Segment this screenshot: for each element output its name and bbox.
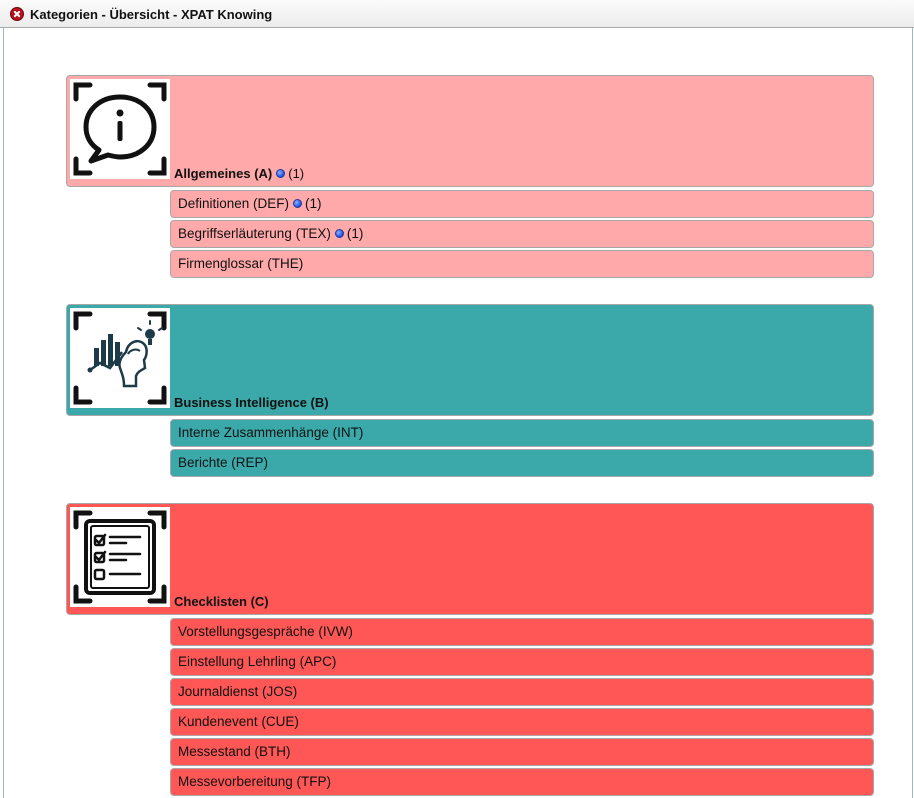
category-checklisten[interactable]: Checklisten (C) (66, 503, 874, 615)
subcategory-item[interactable]: Begriffserläuterung (TEX) (1) (170, 220, 874, 248)
subcategory-label: Journaldienst (JOS) (178, 684, 298, 699)
subcategory-label: Vorstellungsgespräche (IVW) (178, 624, 353, 639)
subcategory-item[interactable]: Journaldienst (JOS) (170, 678, 874, 706)
badge-dot-icon (276, 169, 286, 178)
subcategory-item[interactable]: Firmenglossar (THE) (170, 250, 874, 278)
subcategory-item[interactable]: Messestand (BTH) (170, 738, 874, 766)
subcategory-label: Messevorbereitung (TFP) (178, 774, 332, 789)
subcategory-label: Berichte (REP) (178, 455, 269, 470)
business-intelligence-icon (70, 308, 170, 408)
subcategory-item[interactable]: Kundenevent (CUE) (170, 708, 874, 736)
subcategory-item[interactable]: Vorstellungsgespräche (IVW) (170, 618, 874, 646)
window-frame-right (912, 28, 913, 798)
category-title: Business Intelligence (B) (174, 395, 329, 411)
category-title-text: Allgemeines (A) (174, 166, 273, 181)
category-badge-count: (1) (288, 166, 305, 181)
subcategory-label: Kundenevent (CUE) (178, 714, 299, 729)
category-title-text: Business Intelligence (B) (174, 395, 329, 410)
category-title: Checklisten (C) (174, 594, 269, 610)
window-titlebar: Kategorien - Übersicht - XPAT Knowing (0, 0, 914, 28)
subcategory-item[interactable]: Messevorbereitung (TFP) (170, 768, 874, 796)
subcategory-label: Einstellung Lehrling (APC) (178, 654, 337, 669)
subcategory-label: Definitionen (DEF) (178, 196, 290, 211)
badge-dot-icon (334, 229, 344, 238)
badge-dot-icon (293, 199, 303, 208)
category-title-text: Checklisten (C) (174, 594, 269, 609)
close-icon[interactable] (10, 7, 24, 21)
subcategory-label: Begriffserläuterung (TEX) (178, 226, 331, 241)
checklist-icon (70, 507, 170, 607)
window-frame-left (3, 28, 4, 798)
subcategory-label: Messestand (BTH) (178, 744, 291, 759)
subcategory-label: Interne Zusammenhänge (INT) (178, 425, 364, 440)
subcategory-badge-count: (1) (346, 226, 364, 241)
category-business-intelligence[interactable]: Business Intelligence (B) (66, 304, 874, 416)
subcategory-item[interactable]: Interne Zusammenhänge (INT) (170, 419, 874, 447)
subcategory-item[interactable]: Definitionen (DEF) (1) (170, 190, 874, 218)
window-title: Kategorien - Übersicht - XPAT Knowing (30, 7, 273, 22)
category-allgemeines[interactable]: Allgemeines (A) (1) (66, 75, 874, 187)
subcategory-item[interactable]: Berichte (REP) (170, 449, 874, 477)
subcategory-label: Firmenglossar (THE) (178, 256, 304, 271)
subcategory-item[interactable]: Einstellung Lehrling (APC) (170, 648, 874, 676)
info-speech-bubble-icon (70, 79, 170, 179)
category-title: Allgemeines (A) (1) (174, 166, 304, 182)
subcategory-badge-count: (1) (305, 196, 322, 211)
